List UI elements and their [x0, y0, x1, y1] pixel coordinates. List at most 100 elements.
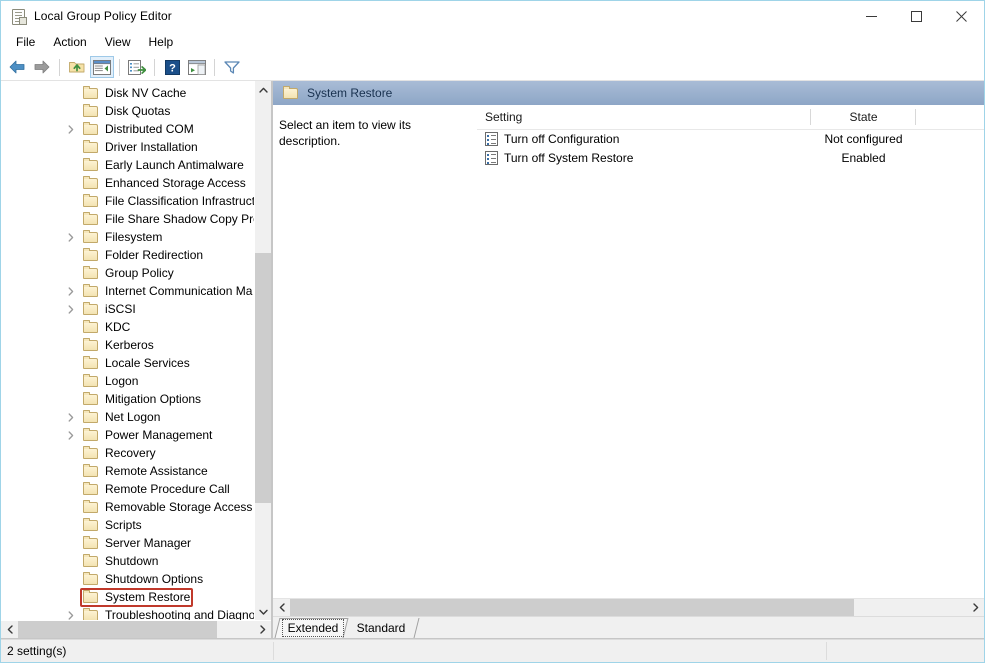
tree-item-internet-communication-ma[interactable]: Internet Communication Ma: [1, 282, 254, 300]
toolbar-separator: [59, 58, 60, 76]
folder-up-icon: [69, 62, 85, 73]
minimize-button[interactable]: [849, 1, 894, 31]
toolbar: ?: [1, 54, 984, 81]
table-row[interactable]: Turn off System Restore Enabled: [477, 148, 984, 167]
tree-item-group-policy[interactable]: Group Policy: [1, 264, 254, 282]
tree-item-remote-procedure-call[interactable]: Remote Procedure Call: [1, 480, 254, 498]
expand-chevron-icon[interactable]: [65, 411, 77, 423]
tree-item-locale-services[interactable]: Locale Services: [1, 354, 254, 372]
tree-item-label: Locale Services: [105, 356, 190, 370]
policy-setting-icon: [485, 131, 499, 146]
tree-item-iscsi[interactable]: iSCSI: [1, 300, 254, 318]
tree-item-shutdown[interactable]: Shutdown: [1, 552, 254, 570]
tree-item-label: Remote Assistance: [105, 464, 208, 478]
menu-item-file[interactable]: File: [7, 32, 44, 53]
show-hide-action-pane-button[interactable]: [185, 56, 209, 78]
expand-chevron-icon[interactable]: [65, 285, 77, 297]
folder-icon: [83, 464, 99, 478]
tree-item-net-logon[interactable]: Net Logon: [1, 408, 254, 426]
expand-chevron-icon[interactable]: [65, 303, 77, 315]
filter-button[interactable]: [220, 56, 244, 78]
tree-item-label: Early Launch Antimalware: [105, 158, 244, 172]
description-text: Select an item to view its description.: [279, 118, 412, 148]
forward-button[interactable]: [30, 56, 54, 78]
chevron-right-icon: [259, 625, 265, 634]
tree-item-driver-installation[interactable]: Driver Installation: [1, 138, 254, 156]
menu-item-action[interactable]: Action: [44, 32, 95, 53]
tree-item-system-restore[interactable]: System Restore: [1, 588, 254, 607]
tree-item-troubleshooting-and-diagno[interactable]: Troubleshooting and Diagno: [1, 606, 255, 620]
column-header-setting[interactable]: Setting: [477, 105, 811, 129]
tree-item-scripts[interactable]: Scripts: [1, 516, 254, 534]
tree-hscroll-thumb[interactable]: [18, 621, 217, 638]
console-tree-list: Disk NV Cache Disk Quotas Distributed COM D…: [1, 81, 266, 620]
tree-vertical-scrollbar[interactable]: [254, 81, 271, 620]
settings-horizontal-scrollbar[interactable]: [273, 598, 984, 616]
tree-item-logon[interactable]: Logon: [1, 372, 254, 390]
tab-standard-label: Standard: [356, 621, 406, 635]
expand-chevron-icon[interactable]: [65, 429, 77, 441]
back-button[interactable]: [5, 56, 29, 78]
tree-item-mitigation-options[interactable]: Mitigation Options: [1, 390, 254, 408]
tree-item-removable-storage-access[interactable]: Removable Storage Access: [1, 498, 254, 516]
setting-state: Not configured: [824, 131, 903, 146]
tree-item-shutdown-options[interactable]: Shutdown Options: [1, 570, 254, 588]
tab-extended[interactable]: Extended: [274, 618, 352, 638]
tree-item-distributed-com[interactable]: Distributed COM: [1, 120, 254, 138]
tree-horizontal-scrollbar[interactable]: [1, 620, 271, 638]
tree-item-filesystem[interactable]: Filesystem: [1, 228, 254, 246]
column-header-state-label: State: [849, 110, 878, 124]
folder-icon: [83, 212, 99, 226]
column-header-comment[interactable]: [916, 105, 958, 129]
tree-item-file-share-shadow-copy-prov[interactable]: File Share Shadow Copy Prov: [1, 210, 266, 228]
export-list-button[interactable]: [125, 56, 149, 78]
scroll-up-button[interactable]: [255, 81, 271, 98]
tree-scroll-thumb[interactable]: [255, 253, 271, 503]
tree-item-enhanced-storage-access[interactable]: Enhanced Storage Access: [1, 174, 254, 192]
tree-item-server-manager[interactable]: Server Manager: [1, 534, 254, 552]
settings-hscroll-thumb[interactable]: [290, 599, 854, 616]
tree-item-remote-assistance[interactable]: Remote Assistance: [1, 462, 254, 480]
expand-chevron-icon[interactable]: [65, 231, 77, 243]
column-header-state[interactable]: State: [811, 105, 916, 129]
tree-item-disk-nv-cache[interactable]: Disk NV Cache: [1, 84, 254, 102]
scroll-right-button[interactable]: [967, 599, 984, 616]
menu-item-help[interactable]: Help: [140, 32, 183, 53]
tree-item-early-launch-antimalware[interactable]: Early Launch Antimalware: [1, 156, 254, 174]
action-pane-icon: [188, 59, 206, 75]
table-row[interactable]: Turn off Configuration Not configured: [477, 129, 984, 148]
menu-bar: File Action View Help: [1, 31, 984, 54]
settings-list: Setting State Turn off Configuration Not …: [477, 105, 984, 598]
tree-item-label: Net Logon: [105, 410, 161, 424]
tab-standard[interactable]: Standard: [342, 618, 420, 638]
tree-item-power-management[interactable]: Power Management: [1, 426, 254, 444]
tree-item-disk-quotas[interactable]: Disk Quotas: [1, 102, 254, 120]
folder-icon: [83, 482, 99, 496]
tree-item-file-classification-infrastructu[interactable]: File Classification Infrastructu: [1, 192, 262, 210]
show-hide-console-tree-button[interactable]: [90, 56, 114, 78]
tree-item-label: Mitigation Options: [105, 392, 202, 406]
description-pane: Select an item to view its description.: [273, 105, 473, 598]
scroll-left-button[interactable]: [273, 599, 290, 616]
menu-item-view[interactable]: View: [96, 32, 140, 53]
tree-item-label: Kerberos: [105, 338, 154, 352]
scroll-right-button[interactable]: [254, 621, 271, 638]
folder-icon: [83, 338, 99, 352]
expand-chevron-icon[interactable]: [65, 123, 77, 135]
folder-icon: [83, 248, 99, 262]
up-one-level-button[interactable]: [65, 56, 89, 78]
help-button[interactable]: ?: [160, 56, 184, 78]
expand-chevron-icon[interactable]: [65, 609, 77, 620]
scroll-down-button[interactable]: [255, 603, 271, 620]
tree-item-kdc[interactable]: KDC: [1, 318, 254, 336]
tree-item-folder-redirection[interactable]: Folder Redirection: [1, 246, 254, 264]
tree-item-recovery[interactable]: Recovery: [1, 444, 254, 462]
tree-item-label: Driver Installation: [105, 140, 198, 154]
setting-cell: Turn off System Restore: [485, 148, 633, 167]
tree-item-kerberos[interactable]: Kerberos: [1, 336, 254, 354]
arrow-right-icon: [34, 60, 50, 74]
close-button[interactable]: [939, 1, 984, 31]
maximize-button[interactable]: [894, 1, 939, 31]
scroll-left-button[interactable]: [1, 621, 18, 638]
tree-item-label: Removable Storage Access: [105, 500, 253, 514]
